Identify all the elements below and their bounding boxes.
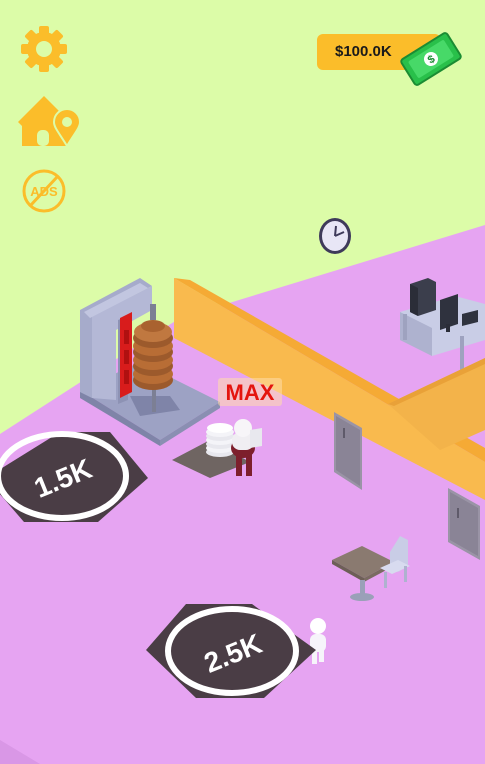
home-location-icon[interactable] [18,96,82,148]
dollar-bill-icon: $ [400,32,462,86]
ads-label: ADS [30,184,58,199]
meat-stack [133,320,173,390]
station-max-text: MAX [225,380,275,405]
money-amount: $100.0K [335,43,392,60]
game-stage[interactable]: 1.5K 2.5K ADS $100.0K $ MAX [0,0,485,764]
plate-stack [206,423,234,457]
ads-off-icon[interactable]: ADS [22,169,66,213]
gear-icon[interactable] [21,26,67,72]
station-max-label: MAX [218,378,282,406]
wall-clock [319,218,351,254]
